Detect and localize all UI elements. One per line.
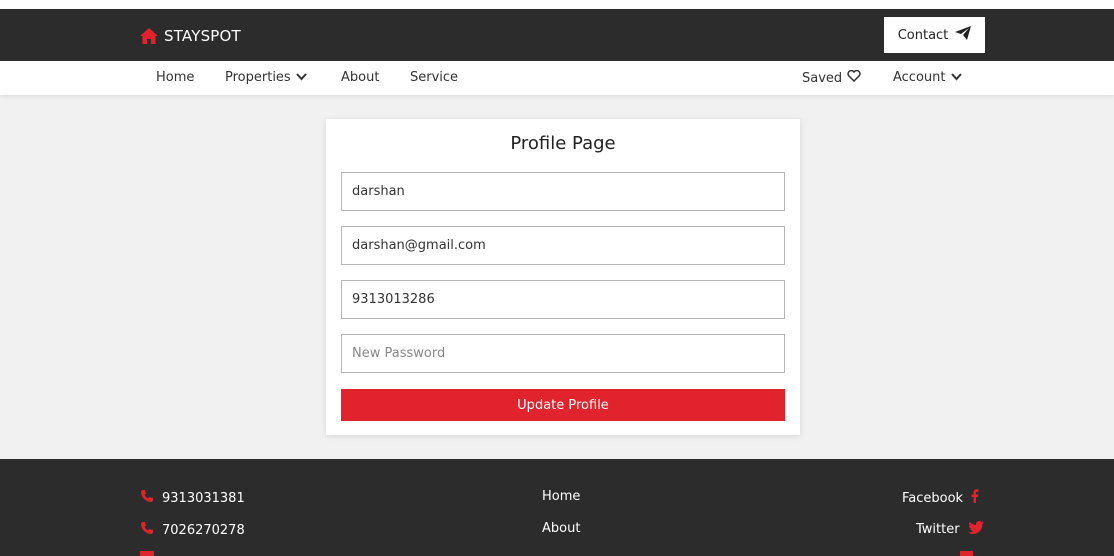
facebook-label: Facebook <box>902 490 964 506</box>
nav-account[interactable]: Account <box>893 70 962 85</box>
facebook-icon <box>971 489 979 507</box>
nav-about[interactable]: About <box>341 70 379 85</box>
nav-properties-label: Properties <box>225 70 291 85</box>
phone-number: 9313031381 <box>162 490 245 506</box>
nav-properties[interactable]: Properties <box>225 70 307 85</box>
footer-row-partial <box>140 551 154 556</box>
nav-saved[interactable]: Saved <box>802 69 861 86</box>
profile-card: Profile Page Update Profile <box>326 119 800 435</box>
nav-service[interactable]: Service <box>410 70 458 85</box>
footer-facebook[interactable]: Facebook <box>902 489 979 507</box>
footer-link-about[interactable]: About <box>542 521 580 536</box>
footer-link-home[interactable]: Home <box>542 489 580 504</box>
main-nav: Home Properties About Service Saved Acco… <box>0 61 1114 95</box>
phone-icon <box>140 521 154 539</box>
chevron-down-icon <box>950 70 962 85</box>
home-icon <box>140 28 158 44</box>
update-profile-button[interactable]: Update Profile <box>341 389 785 421</box>
email-field[interactable] <box>341 226 785 265</box>
footer-phone-2: 7026270278 <box>140 521 245 539</box>
footer: 9313031381 7026270278 Home About Faceboo… <box>0 459 1114 556</box>
nav-saved-label: Saved <box>802 70 843 86</box>
top-header: STAYSPOT Contact <box>0 9 1114 61</box>
name-field[interactable] <box>341 172 785 211</box>
footer-twitter[interactable]: Twitter <box>916 521 984 538</box>
page-title: Profile Page <box>510 133 616 154</box>
paper-plane-icon <box>955 26 972 44</box>
twitter-icon <box>967 521 984 538</box>
main-content: Profile Page Update Profile <box>0 95 1114 459</box>
nav-about-label: About <box>341 70 380 85</box>
phone-icon <box>140 489 154 507</box>
nav-service-label: Service <box>410 70 459 85</box>
heart-icon <box>847 69 861 86</box>
phone-field[interactable] <box>341 280 785 319</box>
nav-home-label: Home <box>156 70 195 85</box>
brand-logo[interactable]: STAYSPOT <box>140 24 241 48</box>
contact-label: Contact <box>897 27 949 43</box>
contact-button[interactable]: Contact <box>884 17 985 53</box>
footer-phone-1: 9313031381 <box>140 489 245 507</box>
nav-account-label: Account <box>893 70 946 85</box>
mail-icon <box>140 551 154 556</box>
twitter-label: Twitter <box>916 522 960 537</box>
linkedin-icon <box>960 551 973 556</box>
nav-home[interactable]: Home <box>156 70 194 85</box>
new-password-field[interactable] <box>341 334 785 373</box>
chevron-down-icon <box>295 70 307 85</box>
footer-social-partial <box>960 551 973 556</box>
brand-name: STAYSPOT <box>164 27 241 45</box>
phone-number: 7026270278 <box>162 522 245 538</box>
